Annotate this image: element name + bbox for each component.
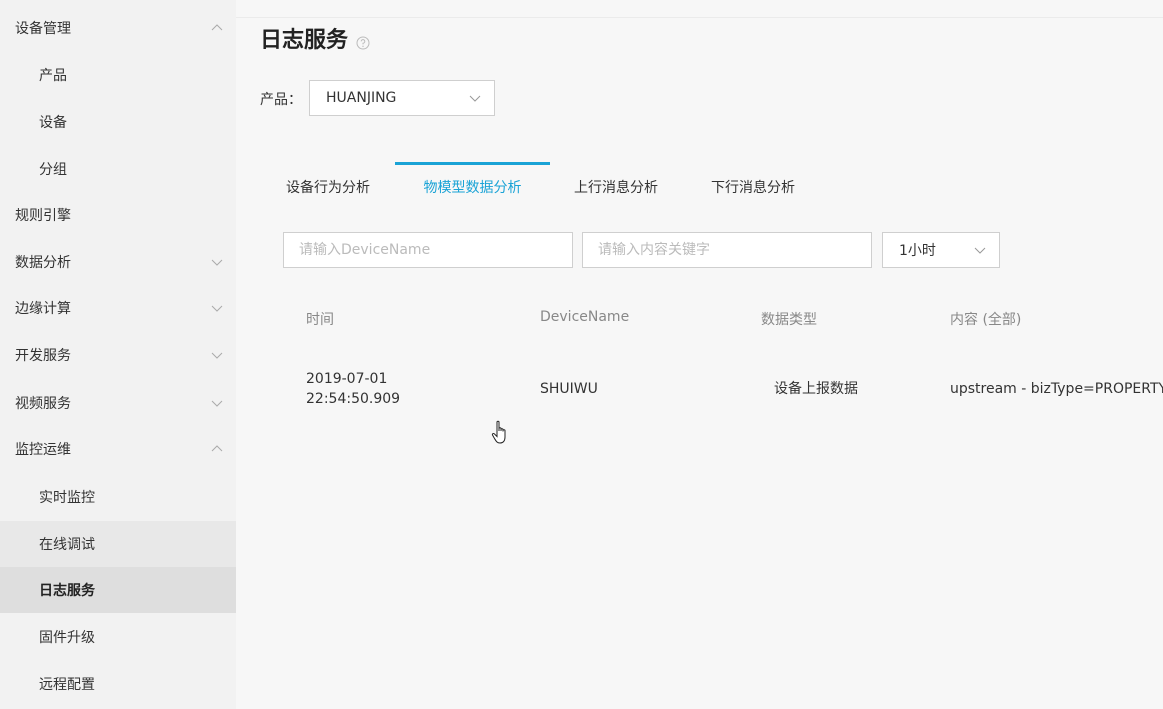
tab-thing-model-data[interactable]: 物模型数据分析 xyxy=(415,162,530,214)
tab-downstream-messages[interactable]: 下行消息分析 xyxy=(703,162,803,214)
divider xyxy=(236,17,1163,18)
sidebar-item-edge-computing[interactable]: 边缘计算 xyxy=(0,285,236,331)
sidebar-item-data-analysis[interactable]: 数据分析 xyxy=(0,239,236,285)
keyword-input[interactable] xyxy=(582,232,872,268)
sidebar-item-label: 远程配置 xyxy=(39,677,95,693)
chevron-up-icon xyxy=(210,442,224,456)
sidebar-item-dev-services[interactable]: 开发服务 xyxy=(0,332,236,378)
cell-time-date: 2019-07-01 xyxy=(306,371,388,387)
time-range-value: 1小时 xyxy=(899,243,936,259)
sidebar-item-video-services[interactable]: 视频服务 xyxy=(0,380,236,426)
sidebar-item-product[interactable]: 产品 xyxy=(0,52,236,98)
cell-device-name: SHUIWU xyxy=(540,381,598,397)
device-name-input[interactable] xyxy=(283,232,573,268)
chevron-down-icon xyxy=(210,348,224,362)
sidebar-item-rule-engine[interactable]: 规则引擎 xyxy=(0,192,236,238)
page-title: 日志服务 xyxy=(260,22,370,54)
sidebar-item-label: 分组 xyxy=(39,162,67,178)
sidebar-item-label: 开发服务 xyxy=(15,348,71,364)
cell-time-clock: 22:54:50.909 xyxy=(306,391,401,407)
chevron-up-icon xyxy=(210,21,224,35)
sidebar-item-device-management[interactable]: 设备管理 xyxy=(0,5,236,51)
chevron-down-icon xyxy=(210,255,224,269)
column-header-content: 内容 (全部) xyxy=(950,312,1022,328)
sidebar-item-log-service[interactable]: 日志服务 xyxy=(0,567,236,613)
chevron-down-icon xyxy=(210,396,224,410)
tab-upstream-messages[interactable]: 上行消息分析 xyxy=(566,162,666,214)
sidebar-item-monitoring-ops[interactable]: 监控运维 xyxy=(0,426,236,472)
sidebar-item-remote-config[interactable]: 远程配置 xyxy=(0,661,236,707)
sidebar-item-label: 监控运维 xyxy=(15,442,71,458)
sidebar-item-label: 设备 xyxy=(39,115,67,131)
sidebar-item-label: 视频服务 xyxy=(15,396,71,412)
product-select[interactable]: HUANJING xyxy=(309,80,495,116)
page-title-text: 日志服务 xyxy=(260,28,349,53)
sidebar-item-label: 在线调试 xyxy=(39,537,95,553)
sidebar-item-device[interactable]: 设备 xyxy=(0,99,236,145)
product-select-value: HUANJING xyxy=(326,90,397,106)
sidebar-item-realtime-monitor[interactable]: 实时监控 xyxy=(0,474,236,520)
sidebar: 设备管理 产品 设备 分组 规则引擎 数据分析 边缘计算 开发服务 视频服务 监… xyxy=(0,0,236,709)
sidebar-item-label: 实时监控 xyxy=(39,490,95,506)
hand-pointer-icon xyxy=(491,420,511,446)
sidebar-item-online-debug[interactable]: 在线调试 xyxy=(0,521,236,567)
tab-device-behavior[interactable]: 设备行为分析 xyxy=(278,162,378,214)
main-content: 日志服务 产品： HUANJING 设备行为分析 物模型数据分析 上行消息分析 … xyxy=(236,0,1163,709)
product-label: 产品： xyxy=(260,92,302,108)
chevron-down-icon xyxy=(468,91,482,105)
sidebar-item-label: 固件升级 xyxy=(39,630,95,646)
column-header-device-name: DeviceName xyxy=(540,309,630,325)
chevron-down-icon xyxy=(210,301,224,315)
sidebar-item-label: 数据分析 xyxy=(15,255,71,271)
question-circle-icon[interactable] xyxy=(356,31,370,50)
sidebar-item-label: 产品 xyxy=(39,68,67,84)
time-range-select[interactable]: 1小时 xyxy=(882,232,1000,268)
sidebar-item-group[interactable]: 分组 xyxy=(0,146,236,192)
cell-data-type: 设备上报数据 xyxy=(774,381,858,397)
sidebar-item-label: 边缘计算 xyxy=(15,301,71,317)
cell-content: upstream - bizType=PROPERTY xyxy=(950,381,1163,397)
sidebar-item-label: 日志服务 xyxy=(39,583,95,599)
chevron-down-icon xyxy=(973,243,987,257)
sidebar-item-label: 规则引擎 xyxy=(15,208,71,224)
sidebar-item-firmware-upgrade[interactable]: 固件升级 xyxy=(0,614,236,660)
column-header-data-type: 数据类型 xyxy=(761,312,817,328)
column-header-time: 时间 xyxy=(306,312,334,328)
sidebar-item-label: 设备管理 xyxy=(15,21,71,37)
